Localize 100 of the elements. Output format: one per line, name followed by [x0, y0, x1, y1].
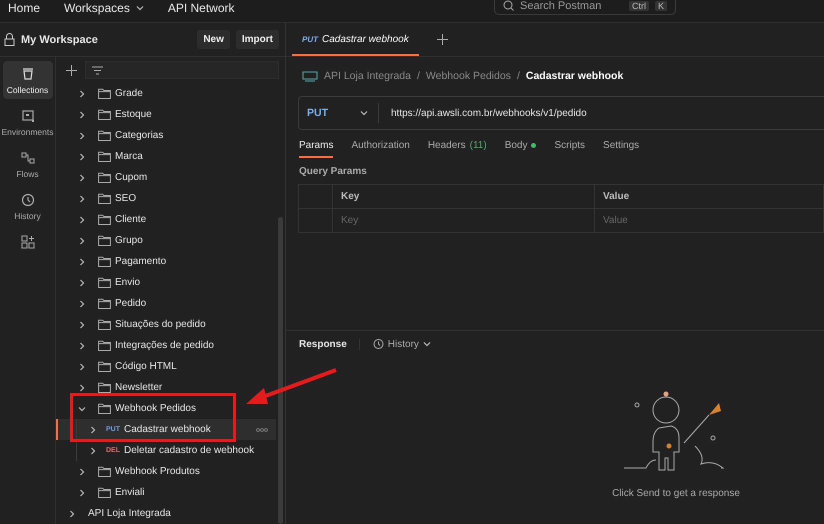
folder-row[interactable]: Categorias: [56, 125, 164, 146]
folder-row[interactable]: Cliente: [56, 209, 146, 230]
folder-row[interactable]: Estoque: [56, 104, 152, 125]
chevron-icon[interactable]: [78, 258, 86, 266]
folder-row[interactable]: Enviali: [56, 482, 144, 503]
rail-icon: [20, 192, 36, 208]
chevron-icon[interactable]: [78, 278, 86, 286]
chevron-icon[interactable]: [78, 90, 86, 98]
folder-row[interactable]: Webhook Pedidos: [56, 398, 196, 419]
chevron-icon[interactable]: [78, 342, 86, 350]
chevron-icon[interactable]: [68, 510, 76, 518]
folder-icon: [98, 340, 111, 351]
folder-icon: [98, 172, 111, 183]
chevron-icon[interactable]: [136, 4, 144, 12]
folder-icon: [98, 298, 111, 309]
folder-row[interactable]: Situações do pedido: [56, 314, 206, 335]
chevron-icon[interactable]: [78, 194, 86, 202]
rail-icon: [20, 108, 36, 124]
rail-item[interactable]: Collections: [2, 61, 52, 99]
chevron-icon[interactable]: [78, 216, 86, 224]
search-field[interactable]: Search Postman Ctrl K: [494, 0, 676, 15]
breadcrumb-item: Cadastrar webhook: [526, 70, 624, 82]
folder-name: Enviali: [115, 487, 144, 498]
url-field[interactable]: https://api.awsli.com.br/webhooks/v1/pedido: [379, 108, 587, 118]
folder-row[interactable]: Pagamento: [56, 251, 166, 272]
chevron-icon[interactable]: [78, 174, 86, 182]
folder-row[interactable]: Newsletter: [56, 377, 162, 398]
toolbar-button[interactable]: New: [197, 30, 230, 49]
column-header: Value: [595, 185, 824, 209]
chevron-icon[interactable]: [78, 300, 86, 308]
folder-name: Newsletter: [115, 382, 162, 393]
request-option-tab[interactable]: Scripts: [554, 140, 586, 158]
nav-link[interactable]: Workspaces: [64, 1, 144, 15]
nav-link[interactable]: API Network: [168, 1, 235, 15]
add-ons-icon[interactable]: [20, 235, 34, 249]
folder-icon: [98, 277, 111, 288]
chevron-icon[interactable]: [78, 362, 86, 370]
folder-row[interactable]: Marca: [56, 146, 143, 167]
request-option-tab[interactable]: Headers (11): [428, 140, 487, 158]
folder-icon: [98, 382, 111, 393]
rail-item[interactable]: History: [2, 187, 52, 225]
folder-row[interactable]: Grupo: [56, 230, 143, 251]
folder-name: Envio: [115, 277, 140, 288]
search-icon: [503, 0, 514, 11]
add-icon[interactable]: [66, 64, 77, 76]
folder-row[interactable]: Grade: [56, 83, 143, 104]
chevron-icon[interactable]: [78, 320, 86, 328]
folder-icon: [98, 109, 111, 120]
chevron-icon[interactable]: [89, 426, 97, 434]
chevron-icon[interactable]: [78, 132, 86, 140]
more-icon[interactable]: [256, 428, 268, 432]
folder-name: Pagamento: [115, 256, 166, 267]
folder-row[interactable]: Pedido: [56, 293, 146, 314]
request-option-tab[interactable]: Authorization: [351, 140, 410, 158]
request-option-tab[interactable]: Settings: [603, 140, 640, 158]
rail-icon: [20, 150, 36, 166]
folder-name: Estoque: [115, 109, 152, 120]
nav-link[interactable]: Home: [8, 1, 40, 15]
folder-row[interactable]: Envio: [56, 272, 140, 293]
method-select[interactable]: PUT: [299, 103, 379, 123]
folder-row[interactable]: SEO: [56, 188, 136, 209]
rail-item[interactable]: Flows: [2, 145, 52, 183]
toolbar-button[interactable]: Import: [236, 30, 279, 49]
rail-item[interactable]: Environments: [2, 103, 52, 141]
folder-icon: [98, 214, 111, 225]
chevron-icon[interactable]: [78, 488, 86, 496]
workspace-title: My Workspace: [21, 34, 99, 46]
chevron-icon[interactable]: [78, 384, 86, 392]
request-option-tab[interactable]: Params: [299, 140, 334, 158]
add-icon[interactable]: [436, 34, 448, 45]
folder-name: Pedido: [115, 298, 146, 309]
request-option-tab[interactable]: Body: [504, 140, 536, 158]
request-tab[interactable]: PUT Cadastrar webhook: [292, 24, 419, 56]
chevron-icon[interactable]: [78, 236, 86, 244]
chevron-icon[interactable]: [89, 446, 97, 454]
breadcrumb-separator: /: [416, 70, 420, 82]
column-header: Key: [333, 185, 595, 209]
folder-icon: [98, 466, 111, 477]
chevron-icon[interactable]: [360, 109, 368, 117]
chevron-icon[interactable]: [78, 110, 86, 118]
folder-name: Grade: [115, 88, 143, 99]
history-dropdown[interactable]: History: [372, 338, 431, 350]
folder-name: Categorias: [115, 130, 164, 141]
chevron-icon[interactable]: [422, 340, 431, 348]
chevron-icon[interactable]: [78, 152, 86, 160]
filter-field[interactable]: [85, 61, 279, 79]
collection-row[interactable]: API Loja Integrada: [56, 503, 171, 524]
folder-row[interactable]: Integrações de pedido: [56, 335, 214, 356]
folder-row[interactable]: Webhook Produtos: [56, 461, 200, 482]
chevron-icon[interactable]: [78, 468, 86, 476]
chevron-icon[interactable]: [78, 404, 86, 412]
shortcut-key: K: [654, 0, 667, 10]
scrollbar[interactable]: [278, 217, 283, 524]
breadcrumb-item[interactable]: API Loja Integrada: [324, 70, 411, 82]
folder-row[interactable]: Código HTML: [56, 356, 177, 377]
folder-name: Cupom: [115, 172, 148, 183]
folder-row[interactable]: Cupom: [56, 167, 148, 188]
folder-name: Integrações de pedido: [115, 340, 214, 351]
breadcrumb-item[interactable]: Webhook Pedidos: [426, 70, 511, 82]
folder-icon: [98, 88, 111, 99]
